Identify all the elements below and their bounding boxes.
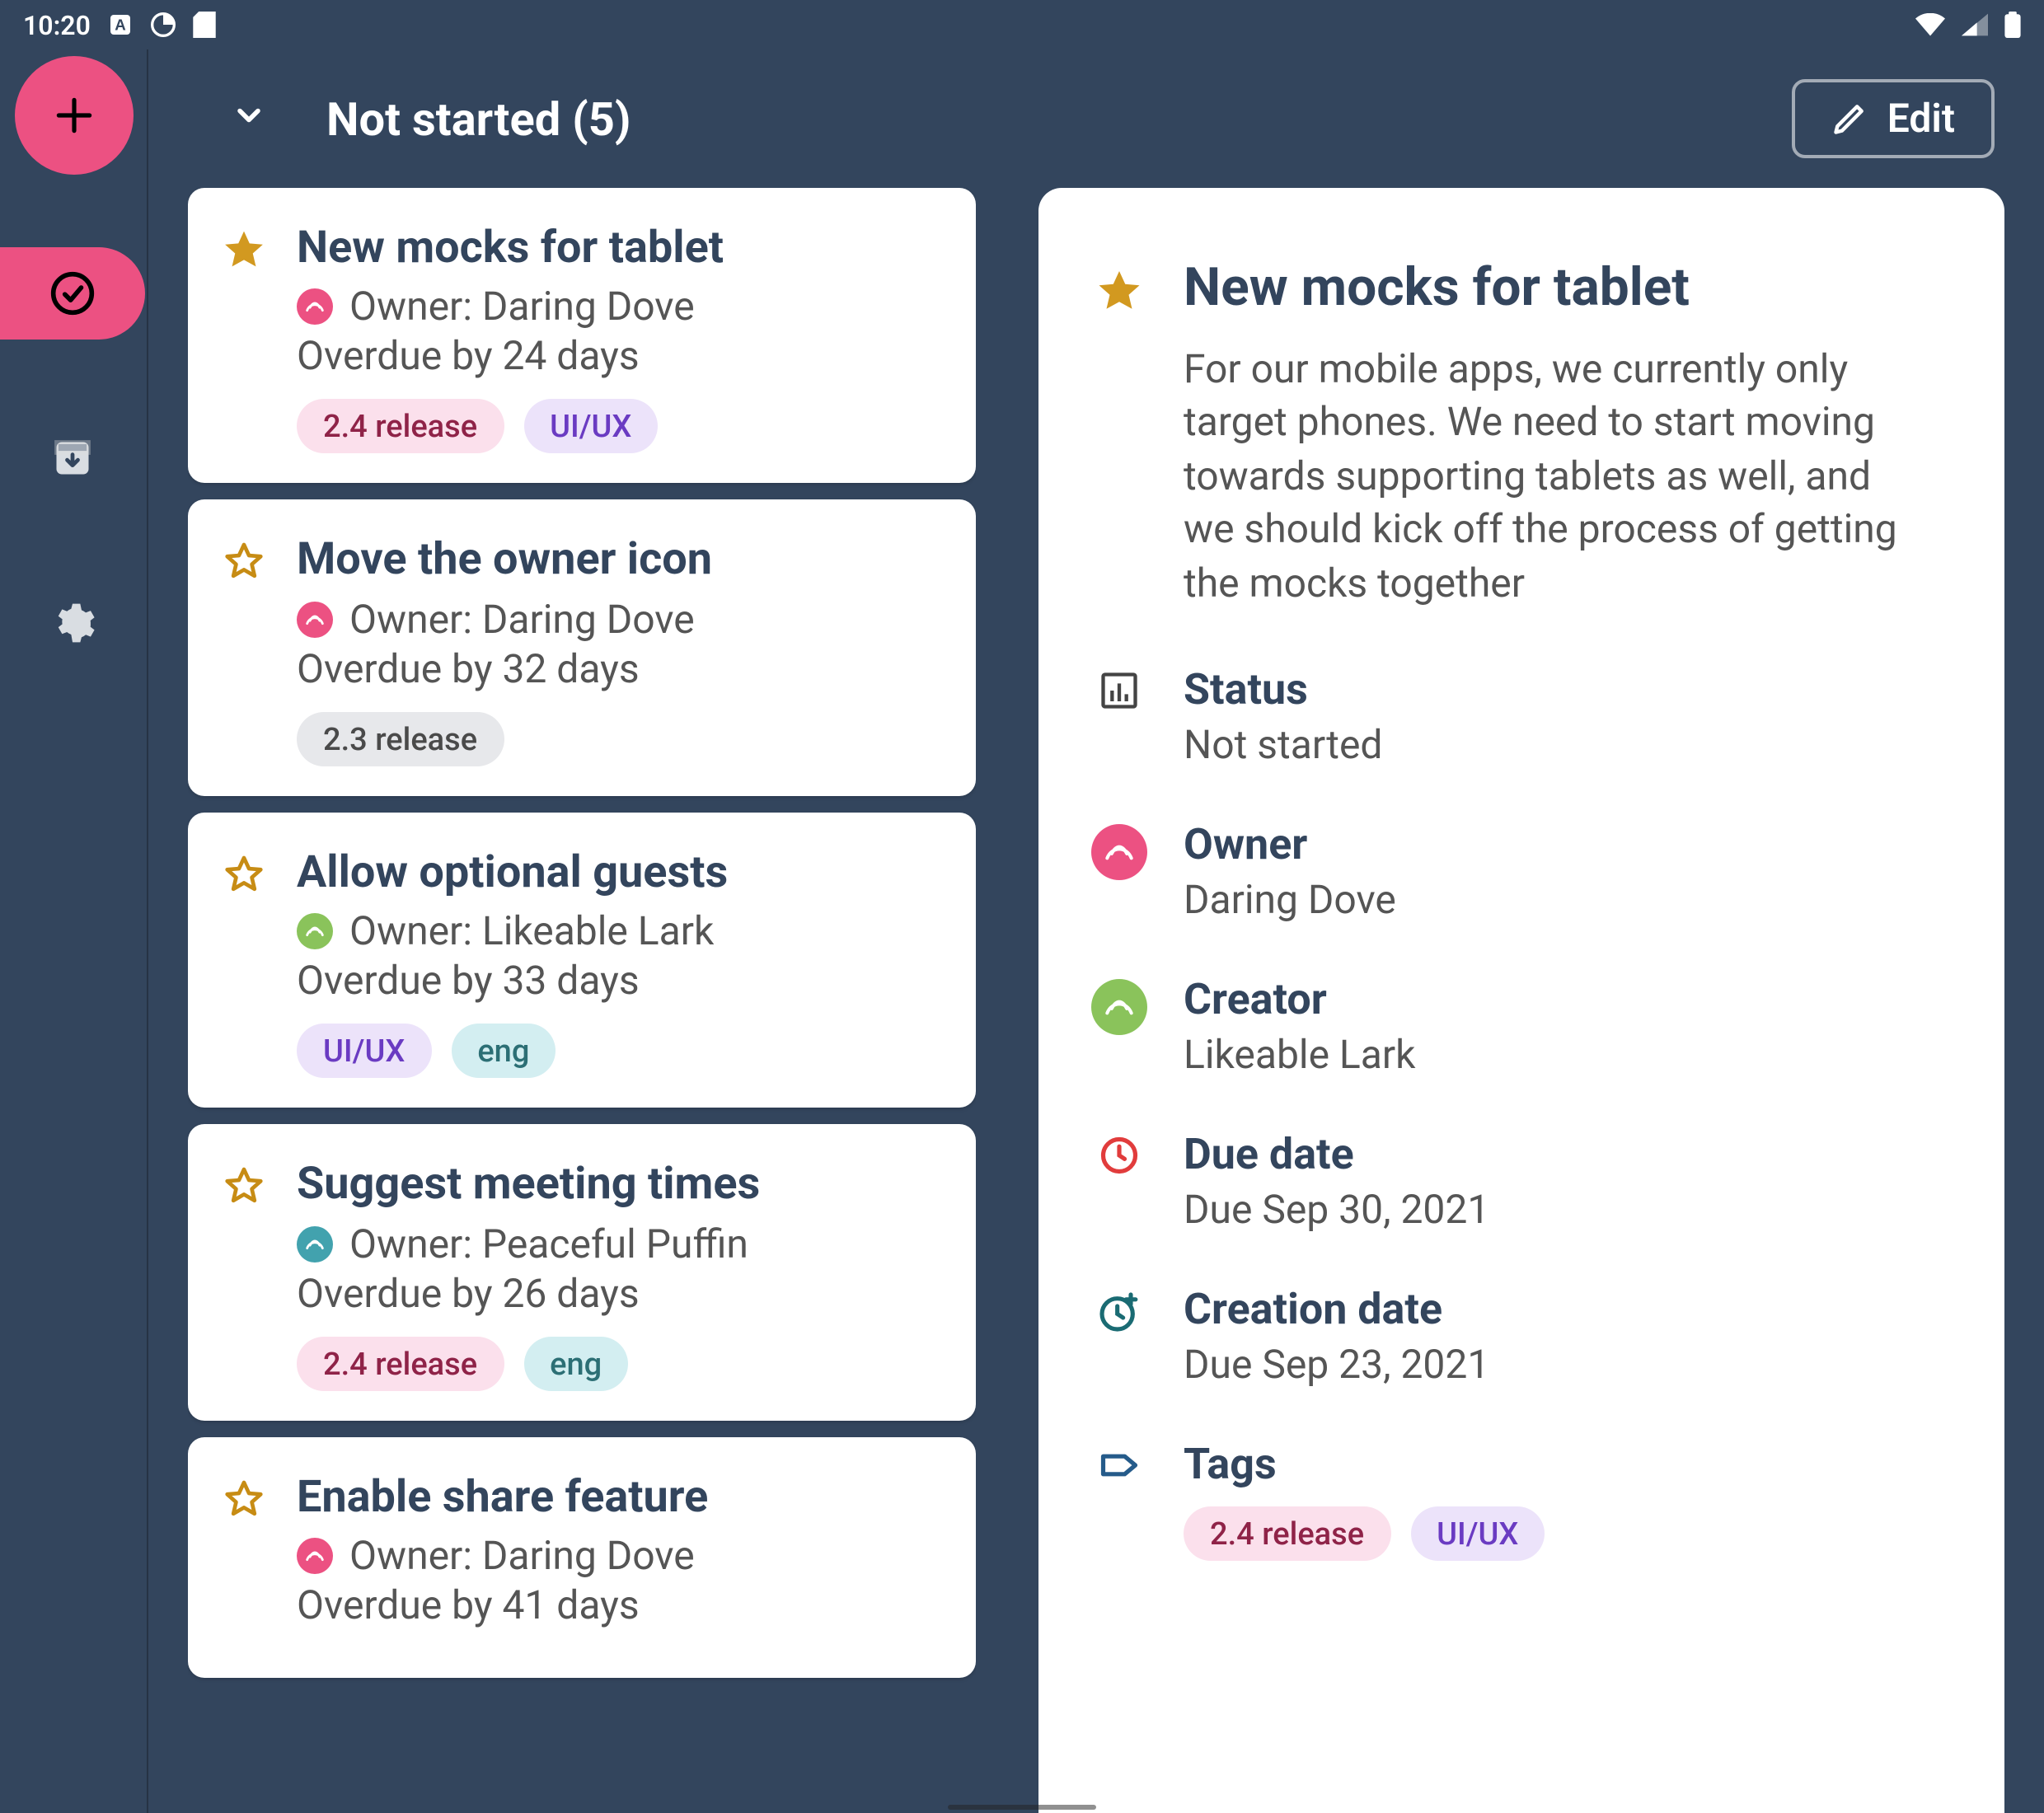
nav-tasks-button[interactable]	[0, 247, 144, 340]
field-status: Status Not started	[1095, 666, 1929, 768]
task-owner: Owner: Peaceful Puffin	[297, 1220, 936, 1267]
task-owner: Owner: Daring Dove	[297, 1533, 936, 1579]
tag-chip[interactable]: UI/UX	[1410, 1506, 1545, 1561]
field-label: Due date	[1184, 1131, 1929, 1180]
nav-archive-button[interactable]	[0, 412, 144, 504]
field-label: Status	[1184, 666, 1929, 715]
task-title: Move the owner icon	[297, 533, 936, 587]
tag-chip[interactable]: 2.3 release	[297, 712, 504, 766]
field-creation-date: Creation date Due Sep 23, 2021	[1095, 1286, 1929, 1388]
field-label: Tags	[1184, 1441, 1929, 1490]
battery-icon	[2004, 12, 2021, 38]
task-card[interactable]: Suggest meeting times Owner: Peaceful Puf…	[188, 1124, 976, 1420]
task-tags: 2.4 release UI/UX	[297, 400, 936, 454]
task-overdue: Overdue by 33 days	[297, 958, 936, 1004]
detail-tags: 2.4 release UI/UX	[1184, 1506, 1929, 1561]
task-overdue: Overdue by 24 days	[297, 334, 936, 380]
task-card[interactable]: New mocks for tablet Owner: Daring DoveOv…	[188, 188, 976, 484]
task-overdue: Overdue by 32 days	[297, 646, 936, 692]
task-list[interactable]: New mocks for tabletOwner: Daring DoveOv…	[188, 188, 976, 1813]
avatar-icon	[297, 1225, 333, 1262]
field-value: Due Sep 23, 2021	[1184, 1342, 1929, 1388]
tag-chip[interactable]: UI/UX	[523, 400, 658, 454]
field-due-date: Due date Due Sep 30, 2021	[1095, 1131, 1929, 1233]
edit-button[interactable]: Edit	[1792, 79, 1995, 158]
statusbar-time: 10:20	[23, 9, 91, 40]
sd-card-icon	[193, 12, 216, 38]
tag-chip[interactable]: UI/UX	[297, 1024, 431, 1078]
field-label: Owner	[1184, 821, 1929, 870]
field-label: Creation date	[1184, 1286, 1929, 1335]
task-overdue: Overdue by 26 days	[297, 1270, 936, 1316]
field-creator: Creator Likeable Lark	[1095, 976, 1929, 1078]
detail-title: New mocks for tablet	[1184, 257, 1690, 318]
detail-description: For our mobile apps, we currently only t…	[1184, 343, 1929, 610]
tag-icon	[1095, 1444, 1144, 1487]
star-filled-icon[interactable]	[1095, 267, 1144, 323]
clock-icon	[1095, 1134, 1144, 1177]
tag-chip[interactable]: 2.4 release	[297, 1336, 504, 1390]
section-title: Not started (5)	[326, 91, 631, 146]
nav-rail	[0, 49, 148, 1813]
chevron-down-icon[interactable]	[231, 97, 267, 140]
keyboard-icon: A	[107, 12, 134, 38]
tag-chip[interactable]: eng	[523, 1336, 628, 1390]
topbar: Not started (5) Edit	[148, 49, 2044, 188]
task-title: Allow optional guests	[297, 846, 936, 899]
task-tags: 2.3 release	[297, 712, 936, 766]
task-overdue: Overdue by 41 days	[297, 1582, 936, 1628]
task-title: Enable share feature	[297, 1469, 936, 1523]
task-owner: Owner: Daring Dove	[297, 597, 936, 643]
field-value: Not started	[1184, 722, 1929, 768]
task-card[interactable]: Allow optional guests Owner: Likeable Lar…	[188, 813, 976, 1108]
tag-chip[interactable]: 2.4 release	[297, 400, 504, 454]
star-outline-icon[interactable]	[221, 1164, 267, 1216]
status-icon	[1095, 669, 1144, 712]
field-value: Due Sep 30, 2021	[1184, 1187, 1929, 1233]
avatar-icon	[297, 602, 333, 638]
edit-button-label: Edit	[1887, 96, 1955, 142]
avatar-icon	[297, 1538, 333, 1574]
field-owner: Owner Daring Dove	[1095, 821, 1929, 923]
field-tags: Tags 2.4 release UI/UX	[1095, 1441, 1929, 1561]
task-card[interactable]: Enable share feature Owner: Daring DoveOv…	[188, 1436, 976, 1678]
owner-icon	[1095, 824, 1144, 880]
creator-icon	[1095, 979, 1144, 1035]
star-outline-icon[interactable]	[221, 540, 267, 593]
signal-icon	[1962, 13, 1988, 36]
task-tags: 2.4 release eng	[297, 1336, 936, 1390]
svg-text:A: A	[115, 16, 125, 34]
star-outline-icon[interactable]	[221, 852, 267, 905]
tag-chip[interactable]: eng	[451, 1024, 556, 1078]
star-outline-icon[interactable]	[221, 1476, 267, 1529]
fab-add-button[interactable]	[14, 56, 133, 175]
task-title: Suggest meeting times	[297, 1157, 936, 1211]
statusbar: 10:20 A	[0, 0, 2044, 49]
detail-pane: New mocks for tablet For our mobile apps…	[1038, 188, 2004, 1813]
wifi-icon	[1915, 13, 1945, 36]
field-value: Daring Dove	[1184, 877, 1929, 923]
field-label: Creator	[1184, 976, 1929, 1025]
pie-icon	[150, 12, 176, 38]
task-title: New mocks for tablet	[297, 221, 936, 274]
task-owner: Owner: Likeable Lark	[297, 908, 936, 954]
avatar-icon	[297, 289, 333, 326]
nav-settings-button[interactable]	[0, 577, 144, 669]
task-owner: Owner: Daring Dove	[297, 284, 936, 330]
avatar-icon	[297, 913, 333, 949]
tag-chip[interactable]: 2.4 release	[1184, 1506, 1390, 1561]
home-indicator	[948, 1805, 1096, 1810]
clock-plus-icon	[1095, 1289, 1144, 1335]
task-card[interactable]: Move the owner icon Owner: Daring DoveOve…	[188, 500, 976, 796]
field-value: Likeable Lark	[1184, 1032, 1929, 1078]
task-tags: UI/UX eng	[297, 1024, 936, 1078]
star-filled-icon[interactable]	[221, 227, 267, 280]
